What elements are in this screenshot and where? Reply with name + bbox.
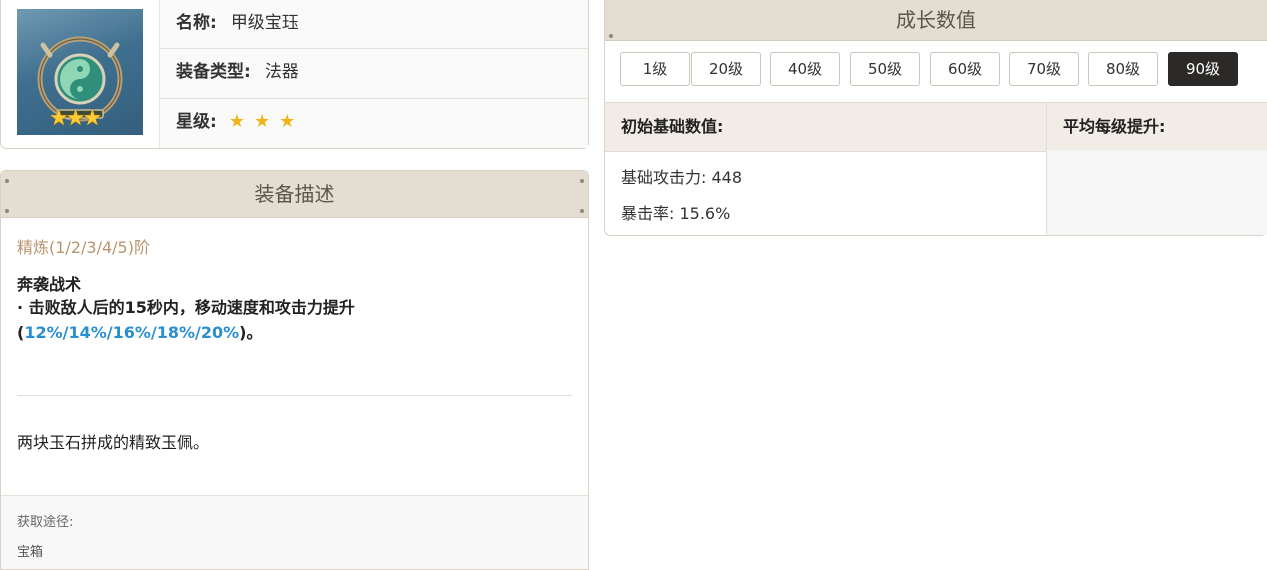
level-tab-90[interactable]: 90级: [1168, 52, 1238, 86]
thumbnail-rarity-stars: ★★★: [49, 106, 102, 131]
level-tab-1[interactable]: 1级: [620, 52, 690, 86]
item-info-card: ★★★ 名称: 甲级宝珏 装备类型: 法器 星级: ★★★: [0, 0, 589, 149]
acquisition-section: 获取途径: 宝箱: [1, 495, 588, 569]
item-name-label: 名称:: [176, 13, 217, 33]
item-attributes: 名称: 甲级宝珏 装备类型: 法器 星级: ★★★: [159, 0, 588, 148]
skill-effect-values: 12%/14%/16%/18%/20%: [24, 323, 240, 342]
growth-header: 成长数值: [605, 0, 1267, 41]
corner-dot-icon: [5, 209, 9, 213]
corner-dot-icon: [609, 34, 613, 38]
base-stats-column-title: 初始基础数值:: [621, 117, 724, 136]
flavor-text: 两块玉石拼成的精致玉佩。: [17, 433, 210, 452]
description-header: 装备描述: [1, 171, 588, 218]
refinement-label: 精炼(1/2/3/4/5)阶: [17, 238, 150, 257]
item-rarity-row: 星级: ★★★: [160, 98, 588, 149]
skill-effect-suffix: )。: [239, 323, 263, 342]
item-name-row: 名称: 甲级宝珏: [160, 0, 588, 50]
corner-dot-icon: [5, 179, 9, 183]
growth-stats-panel: 成长数值 1级 20级 40级 50级 60级 70级 80级 90级 初始基础…: [604, 0, 1267, 236]
level-tab-50[interactable]: 50级: [850, 52, 920, 86]
description-panel: 装备描述 精炼(1/2/3/4/5)阶 奔袭战术 · 击败敌人后的15秒内，移动…: [0, 170, 589, 570]
skill-name: 奔袭战术: [17, 275, 82, 294]
star-rating-icon: ★★★: [228, 111, 305, 132]
level-tab-70[interactable]: 70级: [1009, 52, 1079, 86]
item-type-row: 装备类型: 法器: [160, 48, 588, 99]
base-stats-cell: 基础攻击力: 448 暴击率: 15.6%: [605, 150, 1267, 235]
corner-dot-icon: [580, 179, 584, 183]
stats-table-header: 初始基础数值: 平均每级提升:: [605, 102, 1267, 152]
item-name: 甲级宝珏: [230, 13, 299, 33]
item-type: 法器: [264, 62, 299, 82]
stat-crit-rate: 暴击率: 15.6%: [621, 204, 731, 223]
item-type-label: 装备类型:: [176, 62, 251, 82]
corner-dot-icon: [580, 209, 584, 213]
acquisition-value: 宝箱: [17, 545, 44, 560]
skill-effect-text: · 击败敌人后的15秒内，移动速度和攻击力提升(12%/14%/16%/18%/…: [17, 295, 569, 345]
item-rarity-label: 星级:: [176, 112, 217, 132]
level-tab-20[interactable]: 20级: [691, 52, 761, 86]
level-tab-60[interactable]: 60级: [930, 52, 1000, 86]
description-divider: [17, 395, 572, 396]
stat-base-attack: 基础攻击力: 448: [621, 168, 743, 187]
item-thumbnail: ★★★: [17, 9, 143, 135]
avg-growth-column-title: 平均每级提升:: [1063, 117, 1166, 136]
level-tabs: 1级 20级 40级 50级 60级 70级 80级 90级: [620, 52, 1267, 88]
level-tab-40[interactable]: 40级: [770, 52, 840, 86]
level-tab-80[interactable]: 80级: [1088, 52, 1158, 86]
acquisition-label: 获取途径:: [17, 515, 74, 530]
